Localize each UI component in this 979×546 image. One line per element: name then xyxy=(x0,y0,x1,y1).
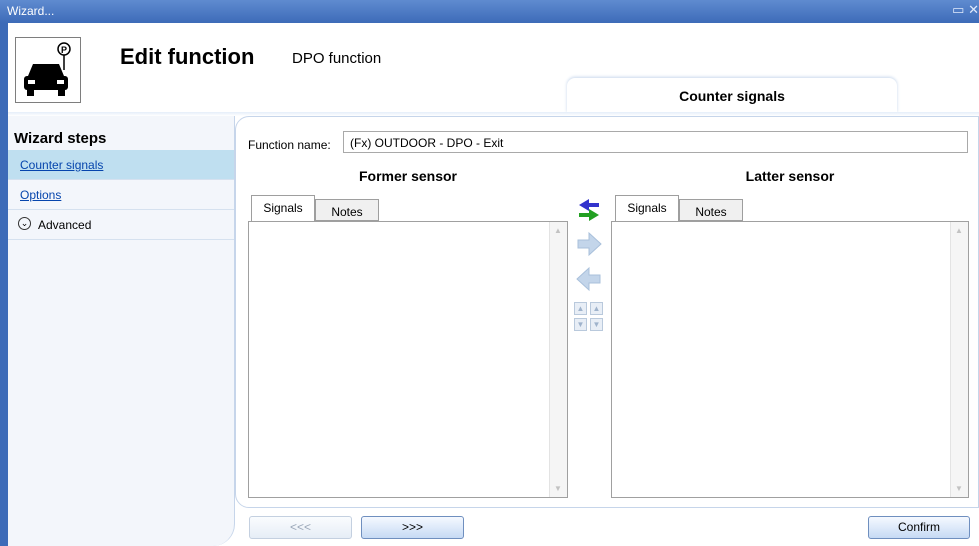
next-button[interactable]: >>> xyxy=(361,516,464,539)
move-down-icon: ▼ xyxy=(592,320,601,329)
former-sensor-title: Former sensor xyxy=(358,168,458,184)
move-right-button[interactable] xyxy=(575,230,603,258)
latter-sensor-title: Latter sensor xyxy=(745,168,835,184)
confirm-button[interactable]: Confirm xyxy=(868,516,970,539)
tab-label: Signals xyxy=(627,201,667,215)
move-top-button[interactable]: ▲ xyxy=(574,302,587,315)
swap-arrows-icon xyxy=(579,199,599,221)
move-bottom-button[interactable]: ▼ xyxy=(574,318,587,331)
maximize-icon[interactable]: ▭ xyxy=(952,2,964,17)
chevron-down-circle-icon[interactable]: ⌄ xyxy=(18,217,31,230)
tab-latter-notes[interactable]: Notes xyxy=(679,199,743,221)
function-name-label: Function name: xyxy=(248,138,331,152)
window-title: Wizard... xyxy=(7,4,55,18)
car-parking-icon: P xyxy=(15,37,81,103)
sidebar-item-advanced[interactable]: ⌄ Advanced xyxy=(8,210,234,239)
sidebar-item-options[interactable]: Options xyxy=(8,180,234,209)
scroll-down-icon[interactable]: ▼ xyxy=(955,484,963,493)
window-controls[interactable]: ▭ ✕ xyxy=(952,2,979,18)
scroll-up-icon[interactable]: ▲ xyxy=(955,226,963,235)
swap-sensors-button[interactable] xyxy=(575,196,603,224)
tab-label: Notes xyxy=(331,205,363,219)
move-left-button[interactable] xyxy=(575,265,603,293)
sidebar-item-label[interactable]: Options xyxy=(20,188,61,202)
tab-label: Signals xyxy=(263,201,303,215)
tab-latter-signals[interactable]: Signals xyxy=(615,195,679,221)
wizard-sidebar: Wizard steps Counter signals Options ⌄ A… xyxy=(8,116,235,546)
tab-label: Notes xyxy=(695,205,727,219)
function-name-input[interactable]: (Fx) OUTDOOR - DPO - Exit xyxy=(343,131,968,153)
sidebar-item-label: Advanced xyxy=(38,218,92,232)
scrollbar[interactable]: ▲ ▼ xyxy=(950,222,968,497)
move-down-icon: ▼ xyxy=(576,320,585,329)
page-title: Edit function xyxy=(120,44,255,69)
window-titlebar: Wizard... ▭ ✕ xyxy=(0,0,979,23)
divider xyxy=(8,239,234,240)
sidebar-item-counter-signals[interactable]: Counter signals xyxy=(8,150,234,179)
scroll-up-icon[interactable]: ▲ xyxy=(554,226,562,235)
sidebar-title: Wizard steps xyxy=(14,130,107,147)
move-up-button[interactable]: ▲ xyxy=(590,302,603,315)
page-subtitle: DPO function xyxy=(292,50,382,67)
latter-signals-list[interactable]: ▲ ▼ xyxy=(611,221,969,498)
tab-former-notes[interactable]: Notes xyxy=(315,199,379,221)
svg-text:P: P xyxy=(61,45,67,55)
previous-button[interactable]: <<< xyxy=(249,516,352,539)
move-up-icon: ▲ xyxy=(592,304,601,313)
arrow-left-icon xyxy=(576,266,601,292)
close-icon[interactable]: ✕ xyxy=(968,2,979,17)
tab-label: Counter signals xyxy=(679,88,785,104)
former-signals-list[interactable]: ▲ ▼ xyxy=(248,221,568,498)
tab-former-signals[interactable]: Signals xyxy=(251,195,315,221)
arrow-right-icon xyxy=(577,231,602,257)
sidebar-item-label[interactable]: Counter signals xyxy=(20,158,103,172)
tab-counter-signals[interactable]: Counter signals xyxy=(567,78,897,113)
scrollbar[interactable]: ▲ ▼ xyxy=(549,222,567,497)
scroll-down-icon[interactable]: ▼ xyxy=(554,484,562,493)
move-up-icon: ▲ xyxy=(576,304,585,313)
move-down-button[interactable]: ▼ xyxy=(590,318,603,331)
